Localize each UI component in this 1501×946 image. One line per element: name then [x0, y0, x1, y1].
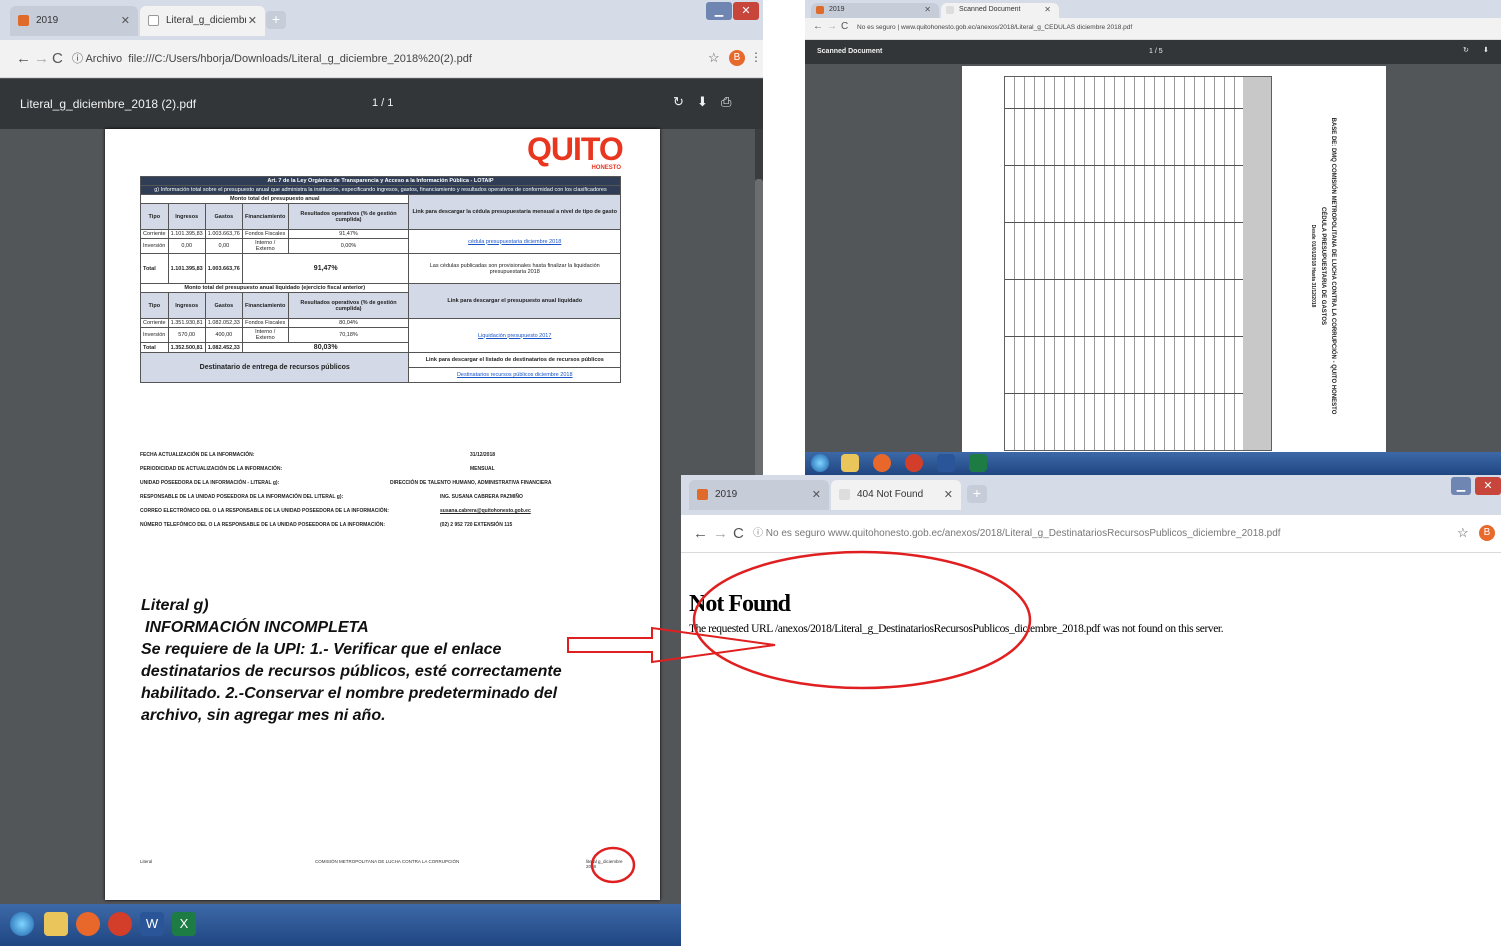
left-browser-window: 2019✕ Literal_g_diciembre_2018 (2).pdf✕ … [0, 0, 763, 946]
quito-logo: QUITO HONESTO [527, 131, 624, 171]
tab-strip: 2019 ✕ Scanned Document ✕ [805, 0, 1501, 18]
chrome-icon[interactable] [108, 912, 132, 936]
back-icon[interactable]: ← [16, 50, 31, 67]
close-tab-icon[interactable]: ✕ [1044, 5, 1051, 14]
profile-avatar[interactable]: B [729, 50, 745, 66]
tab-favicon-icon [697, 489, 708, 500]
tab-strip: 2019✕ Literal_g_diciembre_2018 (2).pdf✕ … [0, 0, 763, 40]
reload-icon[interactable]: C [52, 50, 63, 67]
profile-avatar[interactable]: B [1479, 525, 1495, 541]
close-tab-icon[interactable]: ✕ [812, 488, 821, 501]
close-tab-icon[interactable]: ✕ [944, 488, 953, 501]
rotate-icon[interactable]: ↻ [673, 94, 684, 110]
address-bar-row: ← → C ⓘ Archivo file:///C:/Users/hborja/… [0, 40, 763, 78]
firefox-icon[interactable] [873, 454, 891, 472]
forward-icon[interactable]: → [713, 525, 728, 542]
rotated-header: BASE DE: DMQ COMISIÓN METROPOLITANA DE L… [1310, 117, 1336, 415]
reload-icon[interactable]: C [733, 525, 744, 542]
download-icon[interactable]: ⬇ [1483, 46, 1489, 54]
bookmark-star-icon[interactable]: ☆ [708, 50, 720, 66]
address-bar-row: ← → C No es seguro | www.quitohonesto.go… [805, 18, 1501, 40]
close-tab-icon[interactable]: ✕ [248, 14, 257, 27]
tab-favicon-icon [18, 15, 29, 26]
scanned-table-image [1004, 76, 1272, 451]
pdf-toolbar: Scanned Document 1 / 5 ↻ ⬇ [805, 40, 1501, 64]
info-icon: ⓘ [72, 53, 86, 65]
cedula-link[interactable]: cédula presupuestaria diciembre 2018 [468, 239, 561, 245]
firefox-icon[interactable] [76, 912, 100, 936]
not-found-heading: Not Found [689, 591, 791, 617]
liquidacion-link[interactable]: Liquidación presupuesto 2017 [478, 333, 551, 339]
tab-favicon-icon [816, 6, 824, 14]
tab-scanned[interactable]: Scanned Document ✕ [941, 3, 1059, 18]
minimize-button[interactable]: ▁ [706, 2, 732, 20]
budget-table: Art. 7 de la Ley Orgánica de Transparenc… [139, 176, 621, 383]
chrome-icon[interactable] [905, 454, 923, 472]
address-field[interactable]: ⓘ Archivo file:///C:/Users/hborja/Downlo… [72, 49, 672, 69]
word-icon[interactable] [937, 454, 955, 472]
reload-icon[interactable]: C [841, 21, 848, 32]
address-field[interactable]: ⓘ No es seguro www.quitohonesto.gob.ec/a… [753, 524, 1453, 544]
tab-favicon-icon [839, 489, 850, 500]
start-button[interactable] [811, 454, 829, 472]
not-found-message: The requested URL /anexos/2018/Literal_g… [689, 623, 1224, 635]
explorer-icon[interactable] [841, 454, 859, 472]
menu-icon[interactable]: ⋮ [750, 50, 762, 64]
bookmark-star-icon[interactable]: ☆ [1457, 525, 1469, 541]
tab-2019[interactable]: 2019 ✕ [10, 6, 138, 36]
excel-icon[interactable]: X [172, 912, 196, 936]
tab-2019[interactable]: 2019 ✕ [811, 3, 939, 18]
close-tab-icon[interactable]: ✕ [121, 14, 130, 27]
address-field[interactable]: No es seguro | www.quitohonesto.gob.ec/a… [857, 20, 1477, 36]
explorer-icon[interactable] [44, 912, 68, 936]
address-bar-row: ← → C ⓘ No es seguro www.quitohonesto.go… [681, 515, 1501, 553]
top-right-browser-window: 2019 ✕ Scanned Document ✕ ← → C No es segu… [805, 0, 1501, 475]
info-icon: ⓘ [753, 528, 766, 539]
excel-icon[interactable] [969, 454, 987, 472]
forward-icon[interactable]: → [34, 50, 49, 67]
tab-favicon-icon [946, 6, 954, 14]
scanned-page: BASE DE: DMQ COMISIÓN METROPOLITANA DE L… [962, 66, 1386, 456]
tab-2019[interactable]: 2019 ✕ [689, 480, 829, 510]
word-icon[interactable]: W [140, 912, 164, 936]
rotate-icon[interactable]: ↻ [1463, 46, 1469, 54]
pdf-title: Literal_g_diciembre_2018 (2).pdf [20, 97, 197, 111]
taskbar [805, 452, 1501, 475]
minimize-button[interactable]: ▁ [1451, 477, 1471, 495]
print-icon[interactable]: ⎙ [721, 94, 731, 110]
close-tab-icon[interactable]: ✕ [924, 5, 931, 14]
back-icon[interactable]: ← [693, 525, 708, 542]
highlight-note: Literal g) INFORMACIÓN INCOMPLETA Se req… [141, 597, 562, 724]
new-tab-button[interactable]: + [266, 11, 286, 29]
destinatarios-link[interactable]: Destinatarios recursos públicos diciembr… [457, 372, 573, 378]
bottom-right-browser-window: 2019 ✕ 404 Not Found ✕ + ▁ ✕ ← → C ⓘ No es… [681, 475, 1501, 946]
table-row: Corriente 1.101.395,83 1.003.663,76 Fondos … [140, 229, 621, 254]
table-row: Corriente 1.351.930,81 1.082.052,33 Fondos … [140, 318, 621, 353]
back-icon[interactable]: ← [813, 21, 823, 32]
tab-favicon-icon [148, 15, 159, 26]
pdf-page-counter: 1 / 1 [372, 97, 394, 109]
pdf-page: QUITO HONESTO Art. 7 de la Ley Orgánica … [105, 129, 660, 900]
forward-icon[interactable]: → [827, 21, 837, 32]
new-tab-button[interactable]: + [967, 485, 987, 503]
email-link[interactable]: susana.cabrera@quitohonesto.gob.ec [440, 508, 531, 514]
tab-404[interactable]: 404 Not Found ✕ [831, 480, 961, 510]
download-icon[interactable]: ⬇ [697, 94, 708, 110]
tab-pdf[interactable]: Literal_g_diciembre_2018 (2).pdf✕ [140, 6, 265, 36]
tab-strip: 2019 ✕ 404 Not Found ✕ + ▁ ✕ [681, 475, 1501, 515]
close-window-button[interactable]: ✕ [733, 2, 759, 20]
close-window-button[interactable]: ✕ [1475, 477, 1501, 495]
table-row: Total 1.101.395,83 1.003.663,76 91,47% Las c… [140, 253, 621, 284]
start-button[interactable] [10, 912, 34, 936]
taskbar: W X [0, 904, 763, 946]
pdf-toolbar: Literal_g_diciembre_2018 (2).pdf 1 / 1 ↻… [0, 79, 763, 129]
